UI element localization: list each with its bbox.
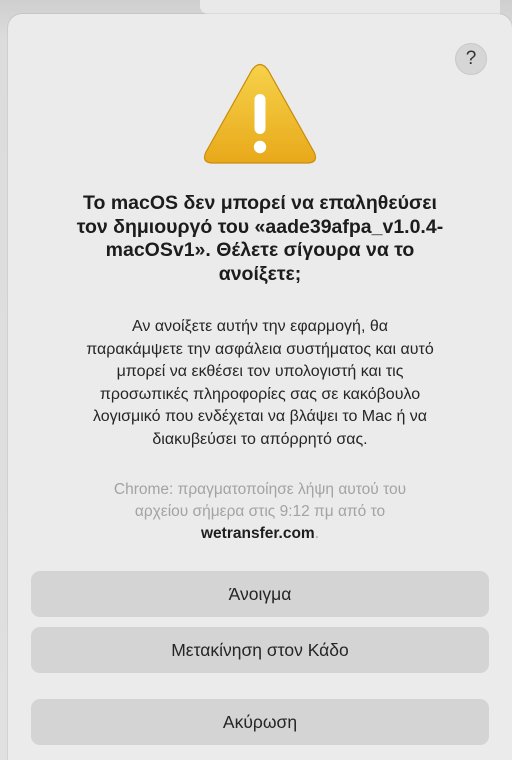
help-button[interactable]: ? xyxy=(455,43,487,75)
cancel-button[interactable]: Ακύρωση xyxy=(31,699,489,745)
download-source-domain: wetransfer.com xyxy=(200,525,315,542)
dialog-title: Το macOS δεν μπορεί να επαληθεύσει τον δ… xyxy=(76,192,444,285)
warning-triangle-icon xyxy=(203,63,317,164)
background-window-edge xyxy=(200,0,500,14)
download-source-info: Chrome: πραγματοποίησε λήψη αυτού του αρ… xyxy=(30,479,490,545)
download-source-suffix: . xyxy=(314,525,320,542)
open-button[interactable]: Άνοιγμα xyxy=(31,571,489,617)
move-to-trash-button[interactable]: Μετακίνηση στον Κάδο xyxy=(31,627,489,673)
dialog-message: Αν ανοίξετε αυτήν την εφαρμογή, θα παρακ… xyxy=(86,318,434,448)
download-source-text: Chrome: πραγματοποίησε λήψη αυτού του αρ… xyxy=(113,481,407,520)
